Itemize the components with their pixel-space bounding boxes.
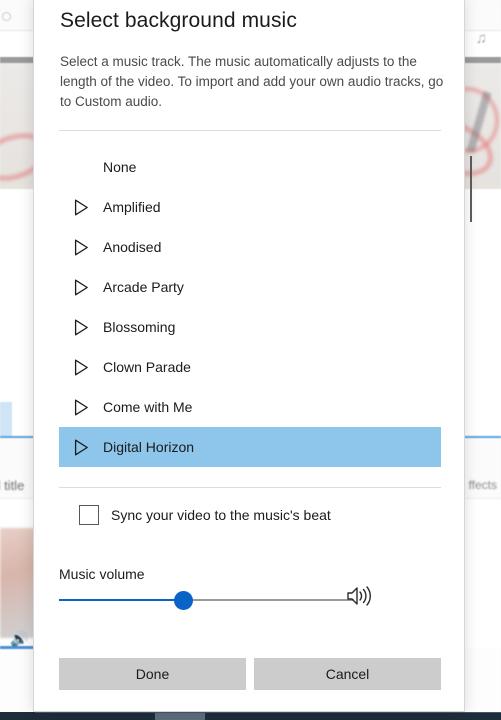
music-note-icon: ♫ xyxy=(475,30,487,47)
track-row[interactable]: None xyxy=(59,147,441,187)
dialog-footer: Done Cancel xyxy=(59,658,441,690)
background-effects-label: ffects xyxy=(468,478,497,492)
play-icon[interactable] xyxy=(59,199,103,216)
taskbar xyxy=(0,712,501,720)
speaker-icon[interactable] xyxy=(346,585,372,607)
play-icon[interactable] xyxy=(59,239,103,256)
sync-to-beat-row[interactable]: Sync your video to the music's beat xyxy=(79,505,331,525)
music-volume-slider[interactable] xyxy=(59,591,354,610)
play-icon[interactable] xyxy=(59,319,103,336)
track-row[interactable]: Blossoming xyxy=(59,307,441,347)
dialog-description: Select a music track. The music automati… xyxy=(60,54,444,109)
track-list-scrollbar-thumb[interactable] xyxy=(470,156,472,222)
track-label: Anodised xyxy=(103,239,162,255)
cancel-button[interactable]: Cancel xyxy=(254,658,441,690)
track-row[interactable]: Come with Me xyxy=(59,387,441,427)
track-row[interactable]: Anodised xyxy=(59,227,441,267)
music-volume-label: Music volume xyxy=(59,566,145,582)
slider-fill xyxy=(59,599,183,601)
track-label: Amplified xyxy=(103,199,161,215)
track-label: None xyxy=(103,159,137,175)
track-row[interactable]: Amplified xyxy=(59,187,441,227)
select-background-music-dialog: Select background music Select a music t… xyxy=(33,0,472,712)
track-label: Blossoming xyxy=(103,319,176,335)
play-icon[interactable] xyxy=(59,359,103,376)
background-toolbar-icon xyxy=(2,12,11,21)
track-label: Come with Me xyxy=(103,399,193,415)
track-label: Arcade Party xyxy=(103,279,184,295)
sync-to-beat-checkbox[interactable] xyxy=(79,505,99,525)
done-button[interactable]: Done xyxy=(59,658,246,690)
play-icon[interactable] xyxy=(59,279,103,296)
dialog-title: Select background music xyxy=(60,9,297,32)
play-icon[interactable] xyxy=(59,399,103,416)
music-track-list[interactable]: None Amplified Anodised Arcade Party Blossom… xyxy=(59,147,441,471)
background-add-title-label: dd title xyxy=(0,478,25,493)
taskbar-item[interactable] xyxy=(155,713,205,720)
taskbar-divider xyxy=(35,712,501,713)
slider-thumb[interactable] xyxy=(173,591,193,610)
track-label: Digital Horizon xyxy=(103,439,195,455)
play-icon[interactable] xyxy=(59,439,103,456)
track-row[interactable]: Arcade Party xyxy=(59,267,441,307)
divider-top xyxy=(59,130,441,131)
track-row[interactable]: Clown Parade xyxy=(59,347,441,387)
divider-bottom xyxy=(59,487,441,488)
track-label: Clown Parade xyxy=(103,359,191,375)
screen: ♫ dd title ffects 🔊 Select background mu… xyxy=(0,0,501,720)
sync-to-beat-label: Sync your video to the music's beat xyxy=(111,507,331,523)
track-row[interactable]: Digital Horizon xyxy=(59,427,441,467)
